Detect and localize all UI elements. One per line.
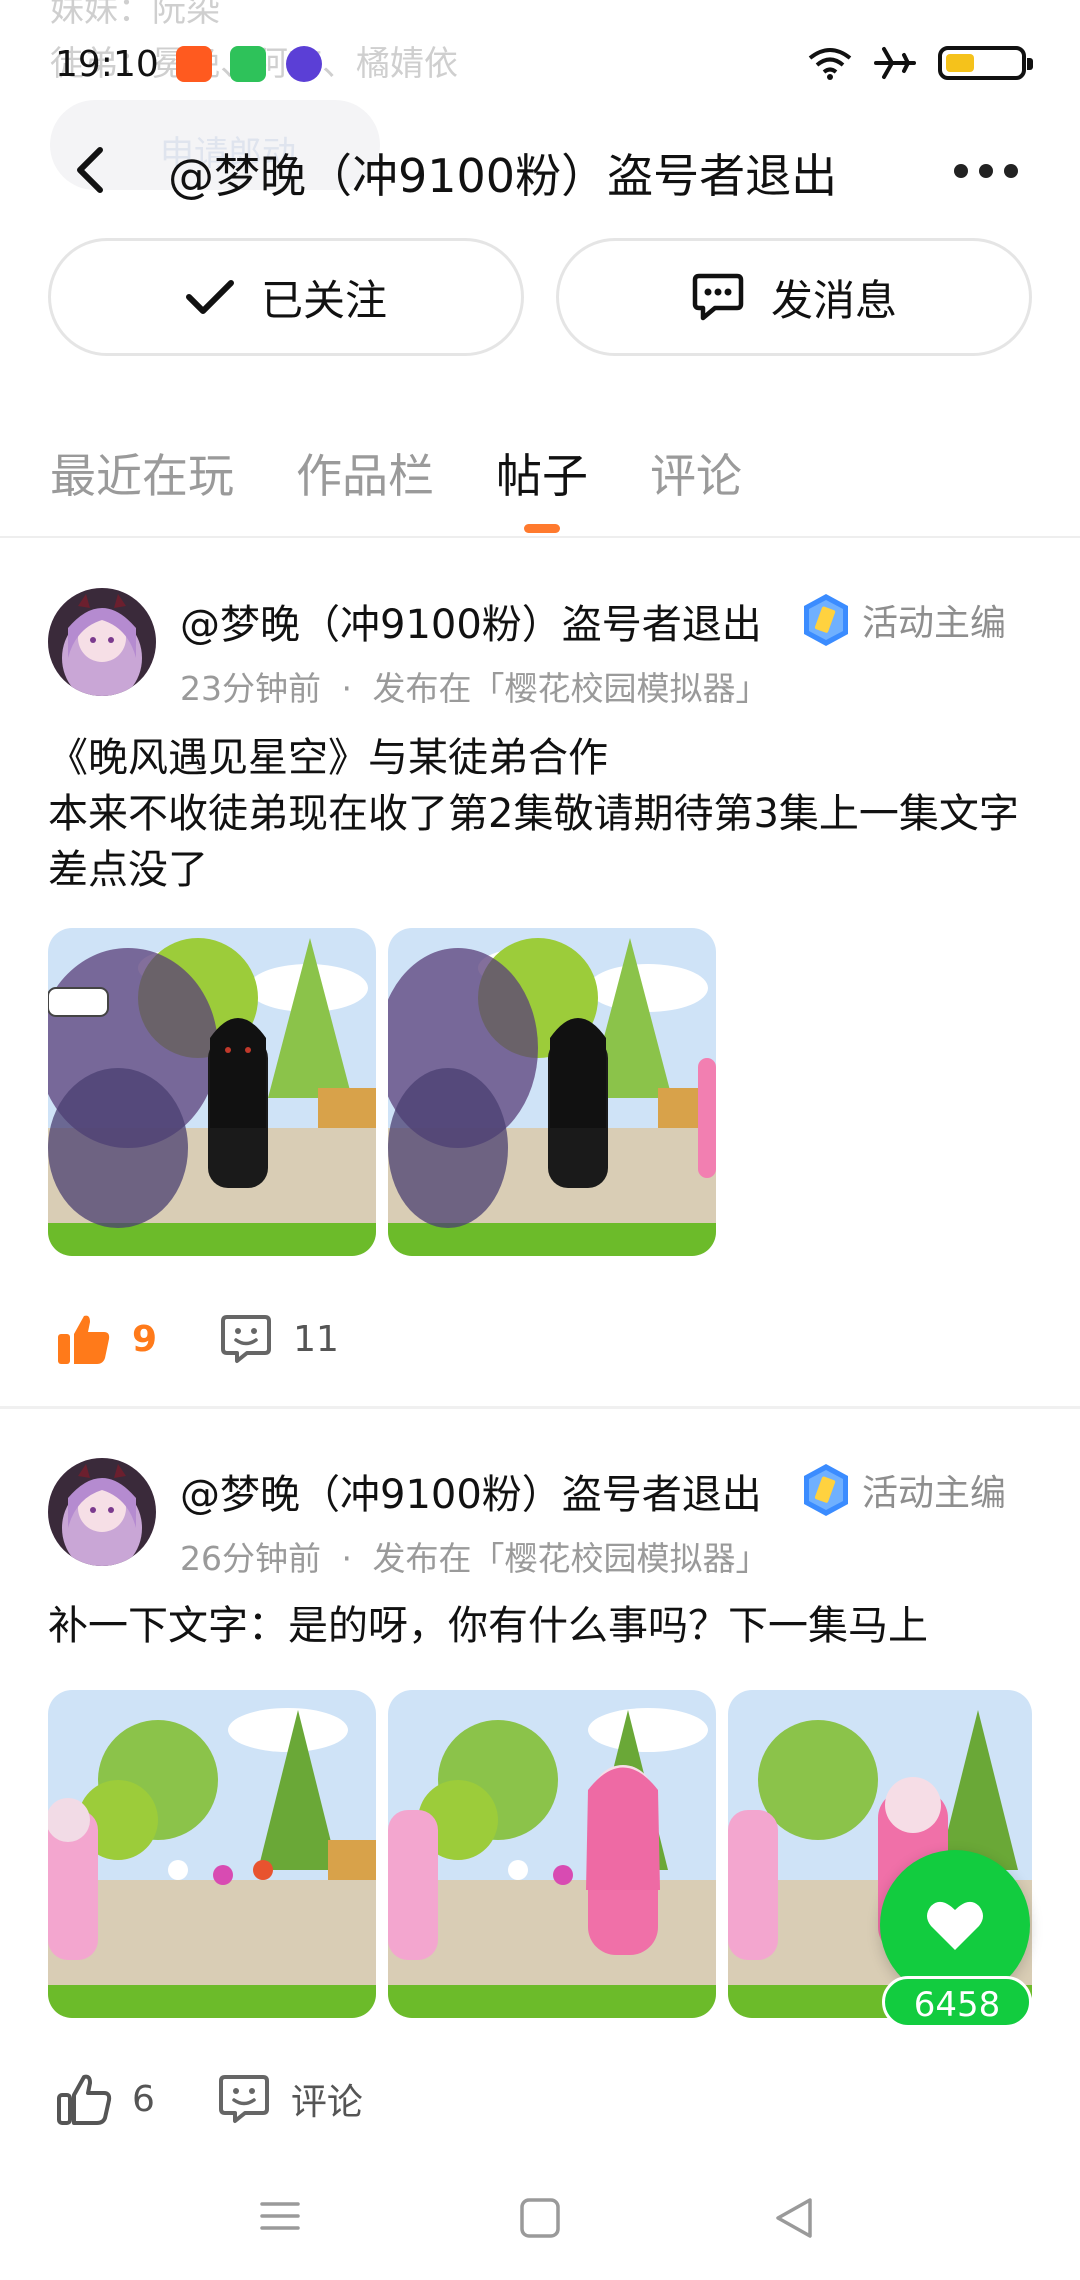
tab-comments[interactable]: 评论 bbox=[650, 440, 742, 506]
status-right bbox=[808, 46, 1033, 80]
like-count: 9 bbox=[132, 1318, 158, 1360]
author-role: 活动主编 bbox=[862, 603, 1007, 644]
editor-badge-icon bbox=[804, 594, 848, 646]
system-nav-bar bbox=[0, 2180, 1080, 2280]
follow-button[interactable]: 已关注 bbox=[48, 238, 524, 356]
tab-works[interactable]: 作品栏 bbox=[296, 440, 434, 506]
status-bar: 19:10 bbox=[0, 0, 1080, 130]
post-author[interactable]: @梦晚（冲9100粉）盗号者退出 bbox=[180, 592, 762, 650]
post-text-line: 《晚风遇见星空》与某徒弟合作 bbox=[48, 735, 608, 781]
comment-label: 评论 bbox=[290, 2082, 363, 2123]
menu-icon[interactable] bbox=[258, 2196, 302, 2236]
avatar[interactable] bbox=[48, 588, 156, 696]
comment-count: 11 bbox=[293, 1318, 339, 1360]
app-icon-green bbox=[230, 46, 266, 82]
tabs-divider bbox=[0, 536, 1080, 538]
post-game[interactable]: 发布在「樱花校园模拟器」 bbox=[373, 669, 769, 708]
message-button[interactable]: 发消息 bbox=[556, 238, 1032, 356]
editor-badge-icon bbox=[804, 1464, 848, 1516]
author-role-badge: 活动主编 bbox=[800, 592, 1006, 648]
tab-posts[interactable]: 帖子 bbox=[496, 440, 588, 533]
app-icon-orange bbox=[176, 46, 212, 82]
more-icon[interactable] bbox=[954, 156, 1018, 186]
like-button[interactable]: 6 bbox=[56, 2072, 155, 2126]
post-image[interactable] bbox=[388, 1690, 716, 2018]
post-time: 26分钟前 bbox=[180, 1539, 321, 1578]
post-divider bbox=[0, 1406, 1080, 1409]
back-triangle-icon[interactable] bbox=[772, 2196, 816, 2240]
post-image[interactable] bbox=[48, 928, 376, 1256]
tab-label: 作品栏 bbox=[296, 449, 434, 503]
airplane-icon bbox=[874, 47, 916, 79]
active-tab-indicator bbox=[524, 524, 560, 533]
post-body[interactable]: 补一下文字：是的呀，你有什么事吗？下一集马上 bbox=[48, 1598, 1038, 1654]
back-arrow-icon[interactable] bbox=[60, 138, 124, 202]
meta-separator: · bbox=[341, 669, 353, 708]
post-time: 23分钟前 bbox=[180, 669, 321, 708]
author-role: 活动主编 bbox=[862, 1473, 1007, 1514]
floating-like-count: 6458 bbox=[882, 1976, 1032, 2028]
post-stats: 9 11 bbox=[56, 1312, 339, 1366]
like-count: 6 bbox=[132, 2078, 155, 2120]
post-meta: 23分钟前 · 发布在「樱花校园模拟器」 bbox=[180, 662, 769, 710]
tab-recent-played[interactable]: 最近在玩 bbox=[50, 440, 234, 506]
tab-label: 评论 bbox=[650, 449, 742, 503]
comment-button[interactable]: 11 bbox=[219, 1313, 339, 1365]
post-image[interactable] bbox=[388, 928, 716, 1256]
page-title: @梦晚（冲9100粉）盗号者退出 bbox=[168, 149, 838, 203]
tab-label: 帖子 bbox=[496, 449, 588, 503]
post-game[interactable]: 发布在「樱花校园模拟器」 bbox=[373, 1539, 769, 1578]
heart-icon bbox=[927, 1901, 983, 1950]
chat-bubble-icon bbox=[692, 273, 744, 321]
meta-separator: · bbox=[341, 1539, 353, 1578]
post-author[interactable]: @梦晚（冲9100粉）盗号者退出 bbox=[180, 1462, 762, 1520]
header: @梦晚（冲9100粉）盗号者退出 bbox=[0, 120, 1080, 220]
profile-actions: 已关注 发消息 bbox=[48, 238, 1032, 356]
tab-label: 最近在玩 bbox=[50, 449, 234, 503]
battery-icon bbox=[938, 46, 1033, 80]
follow-label: 已关注 bbox=[260, 275, 387, 325]
comment-button[interactable]: 评论 bbox=[217, 2073, 363, 2125]
post-body[interactable]: 《晚风遇见星空》与某徒弟合作 本来不收徒弟现在收了第2集敬请期待第3集上一集文字… bbox=[48, 730, 1038, 898]
post-text-line: 本来不收徒弟现在收了第2集敬请期待第3集上一集文字差点没了 bbox=[48, 791, 1019, 893]
home-icon[interactable] bbox=[518, 2196, 562, 2240]
like-button[interactable]: 9 bbox=[56, 1312, 157, 1366]
thumbs-up-icon bbox=[58, 1315, 110, 1364]
comment-icon bbox=[218, 2075, 269, 2123]
post-meta: 26分钟前 · 发布在「樱花校园模拟器」 bbox=[180, 1532, 769, 1580]
message-label: 发消息 bbox=[770, 275, 897, 325]
thumbs-up-icon bbox=[57, 2074, 112, 2125]
comment-icon bbox=[221, 1315, 272, 1363]
avatar[interactable] bbox=[48, 1458, 156, 1566]
profile-tabs: 最近在玩 作品栏 帖子 评论 bbox=[50, 440, 742, 533]
app-icon-purple bbox=[286, 46, 322, 82]
check-icon bbox=[185, 280, 234, 314]
post-image[interactable] bbox=[48, 1690, 376, 2018]
post-stats: 6 评论 bbox=[56, 2072, 363, 2126]
post-text-line: 补一下文字：是的呀，你有什么事吗？下一集马上 bbox=[48, 1603, 928, 1649]
author-role-badge: 活动主编 bbox=[800, 1462, 1006, 1518]
wifi-icon bbox=[808, 48, 852, 80]
status-time: 19:10 bbox=[55, 44, 159, 85]
